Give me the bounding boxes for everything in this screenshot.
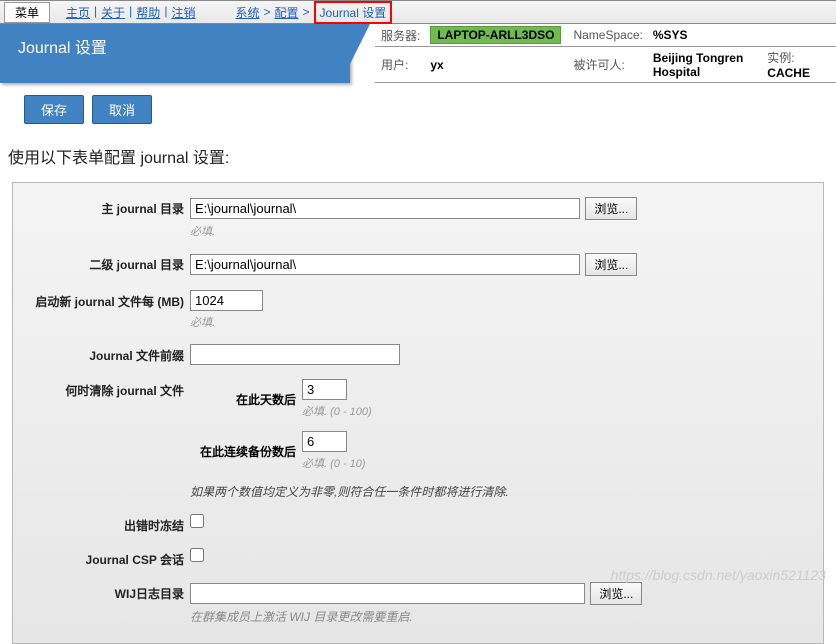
input-secondary-dir[interactable] bbox=[190, 254, 580, 275]
label-purge: 何时清除 journal 文件 bbox=[25, 379, 190, 399]
watermark: https://blog.csdn.net/yaoxin521123 bbox=[611, 567, 826, 583]
browse-secondary-button[interactable]: 浏览... bbox=[585, 253, 637, 276]
input-wij[interactable] bbox=[190, 583, 585, 604]
chevron-icon: > bbox=[303, 5, 310, 19]
hint-primary: 必填. bbox=[190, 223, 811, 239]
label-namespace: NameSpace: bbox=[567, 24, 646, 47]
label-licensee: 被许可人: bbox=[567, 47, 646, 83]
input-backups[interactable] bbox=[302, 431, 347, 452]
highlight-annotation: Journal 设置 bbox=[314, 1, 393, 24]
crumb-config[interactable]: 配置 bbox=[274, 4, 298, 21]
menu-button[interactable]: 菜单 bbox=[4, 2, 50, 23]
value-instance: CACHE bbox=[767, 66, 810, 80]
browse-primary-button[interactable]: 浏览... bbox=[585, 197, 637, 220]
instructions: 使用以下表单配置 journal 设置: bbox=[0, 136, 836, 182]
info-grid: 服务器: LAPTOP-ARLL3DSO NameSpace: %SYS 用户:… bbox=[375, 24, 836, 83]
label-freeze: 出错时冻结 bbox=[25, 514, 190, 534]
nav-home[interactable]: 主页 bbox=[66, 4, 90, 21]
hint-days: 必填. (0 - 100) bbox=[302, 403, 372, 419]
label-days: 在此天数后 bbox=[190, 391, 302, 408]
page-title: Journal 设置 bbox=[0, 24, 350, 83]
input-days[interactable] bbox=[302, 379, 347, 400]
input-newfile-size[interactable] bbox=[190, 290, 263, 311]
label-prefix: Journal 文件前缀 bbox=[25, 344, 190, 364]
nav-about[interactable]: 关于 bbox=[101, 4, 125, 21]
value-server: LAPTOP-ARLL3DSO bbox=[424, 24, 567, 47]
label-server: 服务器: bbox=[375, 24, 424, 47]
label-newfile-size: 启动新 journal 文件每 (MB) bbox=[25, 290, 190, 310]
hint-newfile: 必填. bbox=[190, 314, 811, 330]
nav-logout[interactable]: 注销 bbox=[171, 4, 195, 21]
label-wij: WIJ日志目录 bbox=[25, 582, 190, 602]
label-primary-dir: 主 journal 目录 bbox=[25, 197, 190, 217]
breadcrumb: 系统 > 配置 > Journal 设置 bbox=[235, 1, 392, 24]
cancel-button[interactable]: 取消 bbox=[92, 95, 152, 124]
note-purge: 如果两个数值均定义为非零,则符合任一条件时都将进行清除. bbox=[190, 483, 811, 500]
label-instance: 实例: bbox=[767, 51, 798, 65]
input-primary-dir[interactable] bbox=[190, 198, 580, 219]
hint-backups: 必填. (0 - 10) bbox=[302, 455, 366, 471]
label-backups: 在此连续备份数后 bbox=[190, 443, 302, 460]
label-csp: Journal CSP 会话 bbox=[25, 548, 190, 568]
header-row: Journal 设置 服务器: LAPTOP-ARLL3DSO NameSpac… bbox=[0, 24, 836, 83]
value-user: yx bbox=[424, 47, 567, 83]
crumb-system[interactable]: 系统 bbox=[235, 4, 259, 21]
input-prefix[interactable] bbox=[190, 344, 400, 365]
chevron-icon: > bbox=[263, 5, 270, 19]
hint-wij: 在群集成员上激活 WIJ 目录更改需要重启. bbox=[190, 608, 811, 625]
label-user: 用户: bbox=[375, 47, 424, 83]
checkbox-csp[interactable] bbox=[190, 548, 204, 562]
action-bar: 保存 取消 bbox=[0, 83, 836, 136]
nav-help[interactable]: 帮助 bbox=[136, 4, 160, 21]
top-bar: 菜单 主页| 关于| 帮助| 注销 系统 > 配置 > Journal 设置 bbox=[0, 0, 836, 24]
value-licensee: Beijing Tongren Hospital bbox=[653, 51, 767, 79]
save-button[interactable]: 保存 bbox=[24, 95, 84, 124]
nav-links: 主页| 关于| 帮助| 注销 bbox=[66, 4, 195, 21]
crumb-current: Journal 设置 bbox=[320, 6, 387, 20]
value-namespace: %SYS bbox=[647, 24, 836, 47]
checkbox-freeze[interactable] bbox=[190, 514, 204, 528]
label-secondary-dir: 二级 journal 目录 bbox=[25, 253, 190, 273]
browse-wij-button[interactable]: 浏览... bbox=[590, 582, 642, 605]
